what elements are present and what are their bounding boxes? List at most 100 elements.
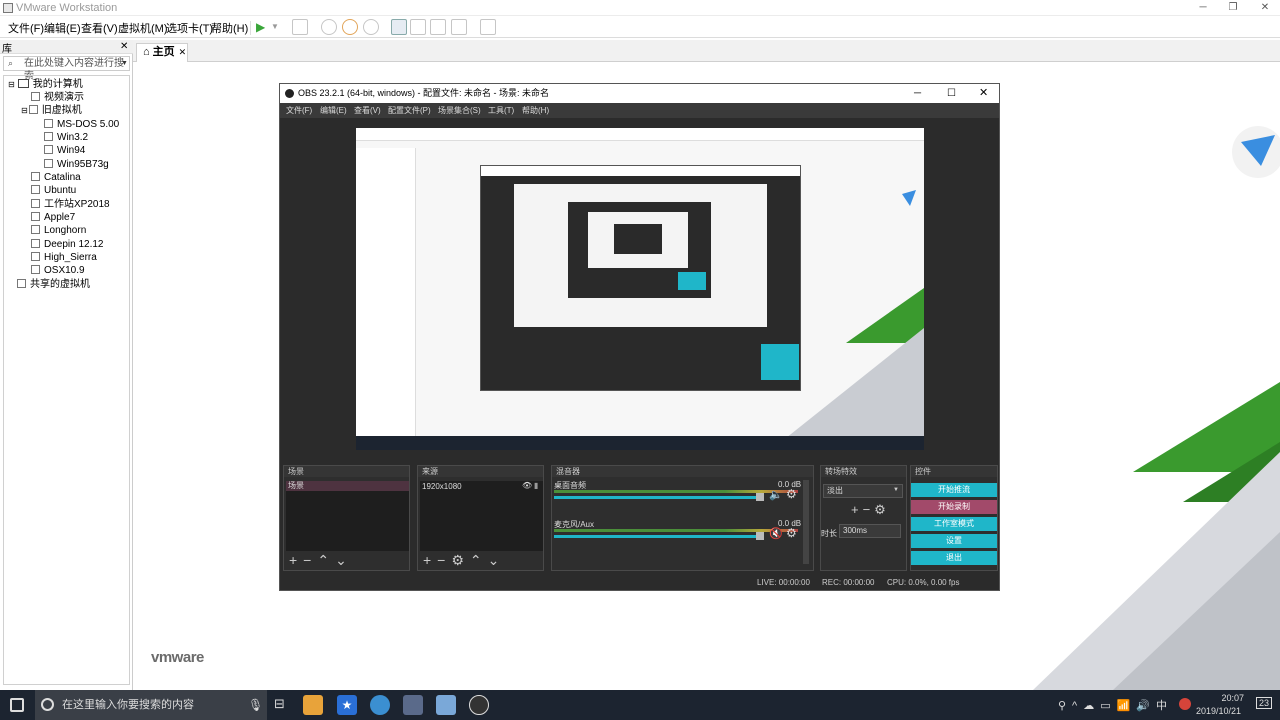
exit-button[interactable]: 退出 [911,551,997,565]
transition-toolbar[interactable]: +−⚙ [851,502,890,518]
start-streaming-button[interactable]: 开始推流 [911,483,997,497]
settings-button[interactable]: 设置 [911,534,997,548]
favorites-star-icon[interactable]: ★ [337,695,357,715]
tree-item-msdos[interactable]: MS-DOS 5.00 [44,118,119,131]
preview-nested-obs [568,202,711,298]
library-view-icon[interactable] [391,19,407,35]
snapshot-icon[interactable] [321,19,337,35]
volume-slider-desktop-handle[interactable] [756,493,764,501]
duration-input[interactable]: 300ms [839,524,901,538]
close-button[interactable]: ✕ [1250,0,1280,16]
tree-item-video-demo[interactable]: 视频演示 [31,91,84,104]
tree-item-high-sierra[interactable]: High_Sierra [31,251,97,264]
visibility-eye-icon[interactable]: 👁 [522,481,532,490]
tree-item-my-computer[interactable]: ⊟ 我的计算机 [8,78,83,91]
start-recording-button[interactable]: 开始录制 [911,500,997,514]
volume-slider-desktop[interactable] [554,496,764,499]
transition-select[interactable]: 淡出 [823,484,903,498]
power-dropdown-icon[interactable]: ▼ [271,22,279,31]
power-on-icon[interactable]: ▶ [256,20,265,34]
fullscreen-icon[interactable] [430,19,446,35]
library-close-icon[interactable]: ✕ [120,41,128,52]
vmware-taskbar-icon[interactable] [403,695,423,715]
menu-help[interactable]: 帮助(H) [211,20,248,36]
microphone-icon[interactable]: 🎙 [248,690,263,720]
tree-item-osx109[interactable]: OSX10.9 [31,264,85,277]
windows-start-icon[interactable] [10,698,24,712]
obs-menu-view[interactable]: 查看(V) [354,105,381,116]
taskbar-search-placeholder: 在这里输入你要搜索的内容 [62,699,194,711]
system-tray-icons[interactable]: ⚲^☁▭📶🔊中 [1058,697,1173,713]
folder-icon [28,105,38,114]
maximize-button[interactable]: ❐ [1218,0,1248,16]
tab-strip: ⌂ 主页 ✕ [133,40,1280,62]
obs-menu-scene-collection[interactable]: 场景集合(S) [438,105,481,116]
obs-maximize-button[interactable]: ☐ [947,84,956,103]
tree-item-win94[interactable]: Win94 [44,144,85,157]
vm-icon [31,239,40,248]
preview-nested-obs-2 [614,224,662,254]
desktop-audio-settings-icon[interactable]: ⚙ [786,487,797,501]
volume-slider-mic-handle[interactable] [756,532,764,540]
volume-slider-mic[interactable] [554,535,764,538]
snapshot-manager-icon[interactable] [363,19,379,35]
tree-item-ubuntu[interactable]: Ubuntu [31,184,76,197]
obs-close-button[interactable]: ✕ [979,84,988,103]
tree-item-longhorn[interactable]: Longhorn [31,224,86,237]
tree-item-old-vms[interactable]: ⊟ 旧虚拟机 [21,104,82,117]
library-search-input[interactable]: 在此处键入内容进行搜索 [3,56,130,82]
console-view-icon[interactable] [480,19,496,35]
tree-item-win32[interactable]: Win3.2 [44,131,88,144]
menu-view[interactable]: 查看(V) [81,20,118,36]
tree-item-apple7[interactable]: Apple7 [31,211,75,224]
tab-home[interactable]: ⌂ 主页 ✕ [136,43,188,62]
lock-icon[interactable]: ▮ [534,481,538,490]
obs-menu-edit[interactable]: 编辑(E) [320,105,347,116]
sources-toolbar[interactable]: +−⚙⌃⌄ [423,552,505,569]
obs-menu-profile[interactable]: 配置文件(P) [388,105,431,116]
obs-preview[interactable] [356,128,924,450]
search-icon: ⌕ [8,58,14,68]
obs-menu-help[interactable]: 帮助(H) [522,105,549,116]
menu-edit[interactable]: 编辑(E) [44,20,81,36]
file-explorer-icon[interactable] [303,695,323,715]
source-item[interactable]: 1920x1080 [422,482,462,491]
mic-settings-icon[interactable]: ⚙ [786,526,797,540]
scenes-toolbar[interactable]: +−⌃⌄ [289,552,353,569]
unity-icon[interactable] [451,19,467,35]
revert-snapshot-icon[interactable] [342,19,358,35]
clock-time[interactable]: 20:07 [1210,693,1244,703]
send-keys-icon[interactable] [292,19,308,35]
menu-file[interactable]: 文件(F) [8,20,44,36]
tree-item-shared-vms[interactable]: 共享的虚拟机 [17,278,90,291]
muted-speaker-icon[interactable]: 🔇 [769,527,783,540]
speaker-icon[interactable]: 🔈 [769,488,783,501]
menu-vm[interactable]: 虚拟机(M) [118,20,168,36]
ie-browser-icon[interactable] [370,695,390,715]
obs-minimize-button[interactable]: ─ [914,84,921,103]
notification-center-icon[interactable]: 23 [1256,697,1273,709]
tab-close-icon[interactable]: ✕ [179,47,187,57]
transition-dropdown-icon[interactable]: ▼ [893,487,899,493]
clock-date[interactable]: 2019/10/21 [1196,706,1241,716]
computer-icon [17,79,29,88]
taskbar-search-box[interactable]: 在这里输入你要搜索的内容 🎙 [35,690,267,720]
obs-menu-file[interactable]: 文件(F) [286,105,312,116]
ime-icon[interactable] [1179,698,1191,710]
obs-menu-tools[interactable]: 工具(T) [488,105,514,116]
studio-mode-button[interactable]: 工作室模式 [911,517,997,531]
menu-tabs[interactable]: 选项卡(T) [166,20,213,36]
search-dropdown-icon[interactable]: ▼ [121,60,128,67]
tree-item-xp2018[interactable]: 工作站XP2018 [31,198,110,211]
scene-item[interactable]: 场景 [286,481,409,491]
tree-item-win95[interactable]: Win95B73g [44,158,109,171]
network-app-icon[interactable] [436,695,456,715]
mixer-scrollbar[interactable] [803,480,809,564]
minimize-button[interactable]: ─ [1188,0,1218,16]
thumbnail-view-icon[interactable] [410,19,426,35]
tree-item-catalina[interactable]: Catalina [31,171,81,184]
preview-taskbar [356,436,924,450]
task-view-icon[interactable]: ⊟ [274,696,285,712]
obs-taskbar-icon[interactable] [469,695,489,715]
tree-item-deepin[interactable]: Deepin 12.12 [31,238,104,251]
